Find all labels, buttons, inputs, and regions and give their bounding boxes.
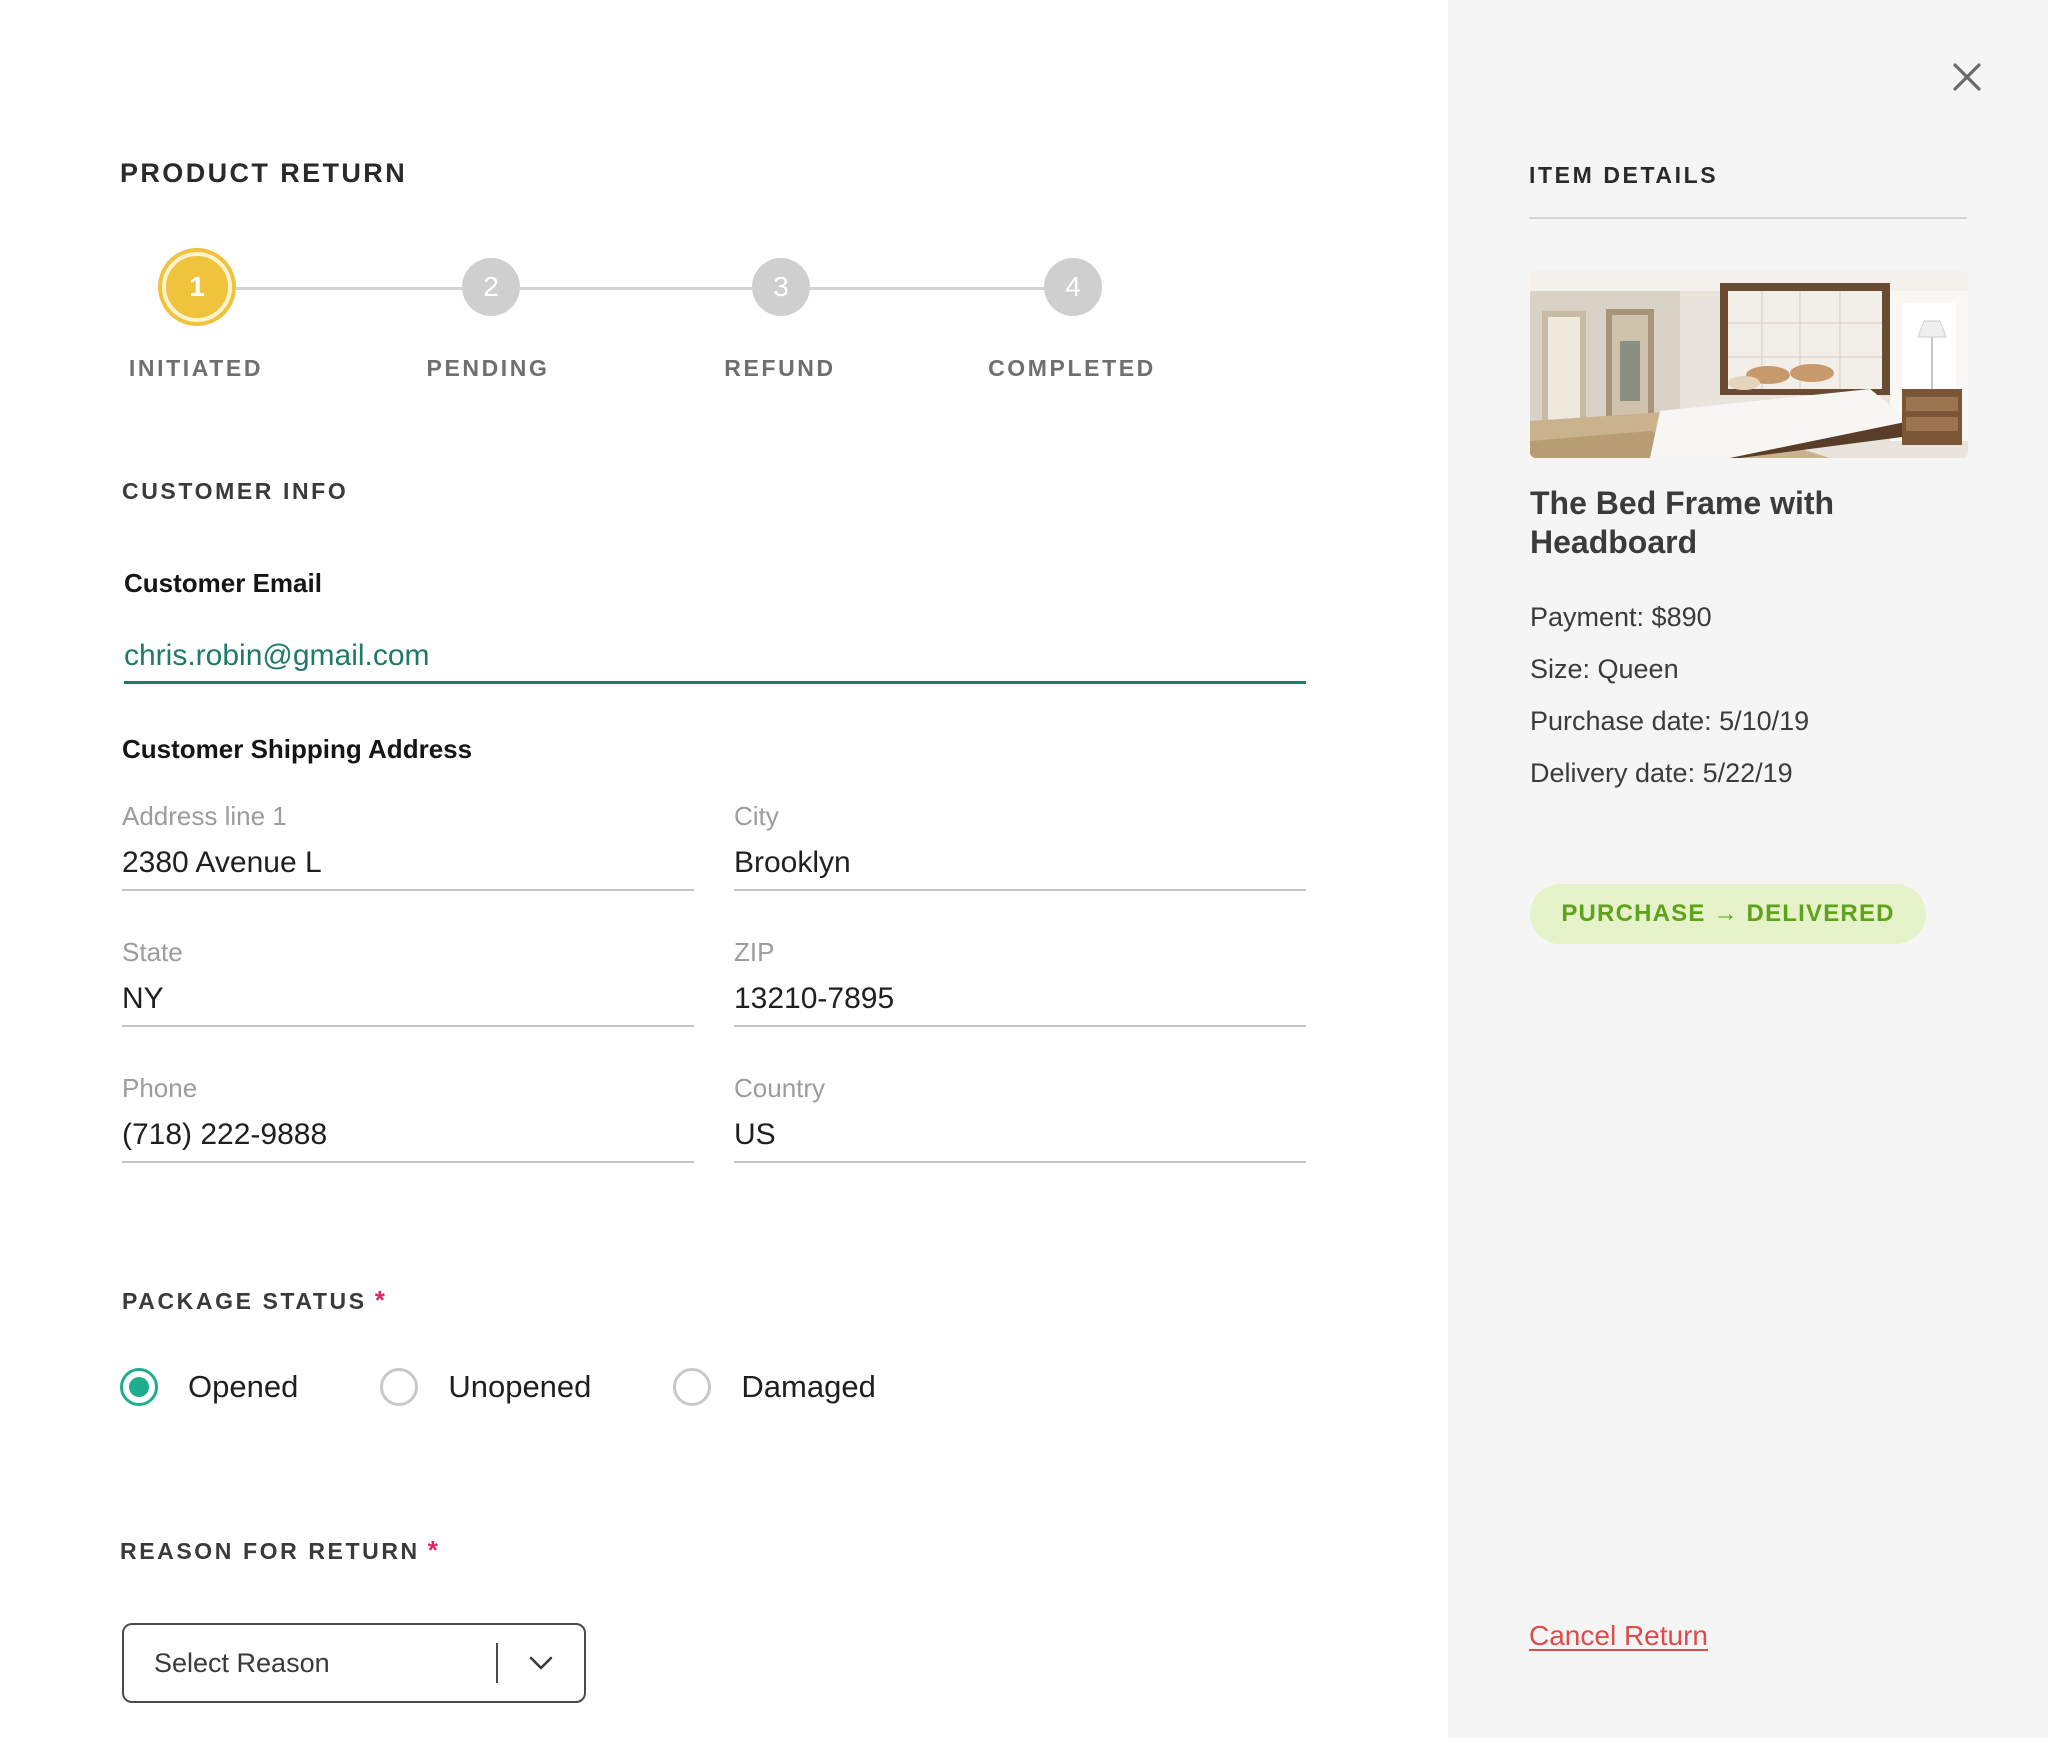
country-field: Country [734, 1073, 1306, 1163]
reason-title: REASON FOR RETURN [120, 1538, 420, 1564]
package-status-title: PACKAGE STATUS [122, 1288, 367, 1314]
product-name: The Bed Frame with Headboard [1530, 485, 1835, 560]
step-3-label: REFUND [724, 355, 836, 381]
step-1-label: INITIATED [128, 355, 264, 381]
stepper-connector [236, 287, 492, 290]
radio-opened[interactable]: Opened [120, 1368, 298, 1406]
address-line-1-label: Address line 1 [122, 801, 287, 831]
zip-label: ZIP [734, 937, 775, 967]
page-title: PRODUCT RETURN [120, 158, 408, 188]
radio-unopened[interactable]: Unopened [380, 1368, 591, 1406]
size-detail: Size: Queen [1530, 654, 1679, 684]
item-details-panel [1448, 0, 2048, 1738]
cancel-return-link[interactable]: Cancel Return [1529, 1620, 1708, 1652]
address-line-1-input[interactable] [122, 837, 694, 891]
radio-selected-dot [129, 1377, 149, 1397]
state-input[interactable] [122, 973, 694, 1027]
reason-heading: REASON FOR RETURN * [120, 1535, 440, 1566]
radio-unopened-label: Unopened [448, 1369, 592, 1404]
country-label: Country [734, 1073, 826, 1103]
customer-info-heading: CUSTOMER INFO [122, 478, 349, 504]
radio-opened-label: Opened [188, 1369, 299, 1404]
product-image [1530, 271, 1968, 458]
item-details-heading: ITEM DETAILS [1529, 162, 1719, 188]
payment-detail: Payment: $890 [1530, 602, 1712, 632]
radio-damaged-button[interactable] [673, 1368, 712, 1406]
reason-select[interactable]: Select Reason [122, 1623, 586, 1703]
state-label: State [122, 937, 183, 967]
return-form: PRODUCT RETURN 1 2 3 4 INITIATED PENDING… [0, 0, 1448, 1738]
phone-input[interactable] [122, 1109, 694, 1163]
divider [1529, 217, 1967, 219]
city-input[interactable] [734, 837, 1306, 891]
phone-label: Phone [122, 1073, 198, 1103]
zip-field: ZIP [734, 937, 1306, 1027]
chevron-down-icon[interactable] [498, 1655, 584, 1671]
purchase-date-detail: Purchase date: 5/10/19 [1530, 706, 1810, 736]
customer-email-input[interactable] [124, 630, 1306, 684]
zip-input[interactable] [734, 973, 1306, 1027]
radio-opened-button[interactable] [120, 1368, 158, 1406]
step-4-circle[interactable]: 4 [1044, 258, 1102, 316]
step-3-circle[interactable]: 3 [752, 258, 810, 316]
step-1-circle[interactable]: 1 [162, 252, 232, 322]
step-4-label: COMPLETED [988, 355, 1156, 381]
delivery-date-detail: Delivery date: 5/22/19 [1530, 758, 1793, 788]
step-2-label: PENDING [426, 355, 550, 381]
radio-unopened-button[interactable] [380, 1368, 419, 1406]
status-badge: PURCHASE → DELIVERED [1530, 884, 1926, 944]
radio-damaged[interactable]: Damaged [673, 1368, 876, 1406]
country-input[interactable] [734, 1109, 1306, 1163]
stepper-connector [520, 287, 752, 290]
package-status-heading: PACKAGE STATUS * [122, 1285, 387, 1316]
shipping-address-label: Customer Shipping Address [122, 734, 473, 764]
required-asterisk: * [374, 1285, 388, 1315]
state-field: State [122, 937, 694, 1027]
phone-field: Phone [122, 1073, 694, 1163]
reason-select-value: Select Reason [154, 1647, 330, 1678]
customer-email-label: Customer Email [124, 568, 322, 598]
close-icon[interactable] [1948, 58, 1986, 96]
address-line-1-field: Address line 1 [122, 801, 694, 891]
required-asterisk: * [427, 1535, 441, 1565]
stepper-connector [810, 287, 1046, 290]
radio-damaged-label: Damaged [741, 1369, 876, 1404]
step-2-circle[interactable]: 2 [462, 258, 520, 316]
package-status-radio-group: Opened Unopened Damaged [120, 1365, 958, 1409]
city-field: City [734, 801, 1306, 891]
city-label: City [734, 801, 779, 831]
